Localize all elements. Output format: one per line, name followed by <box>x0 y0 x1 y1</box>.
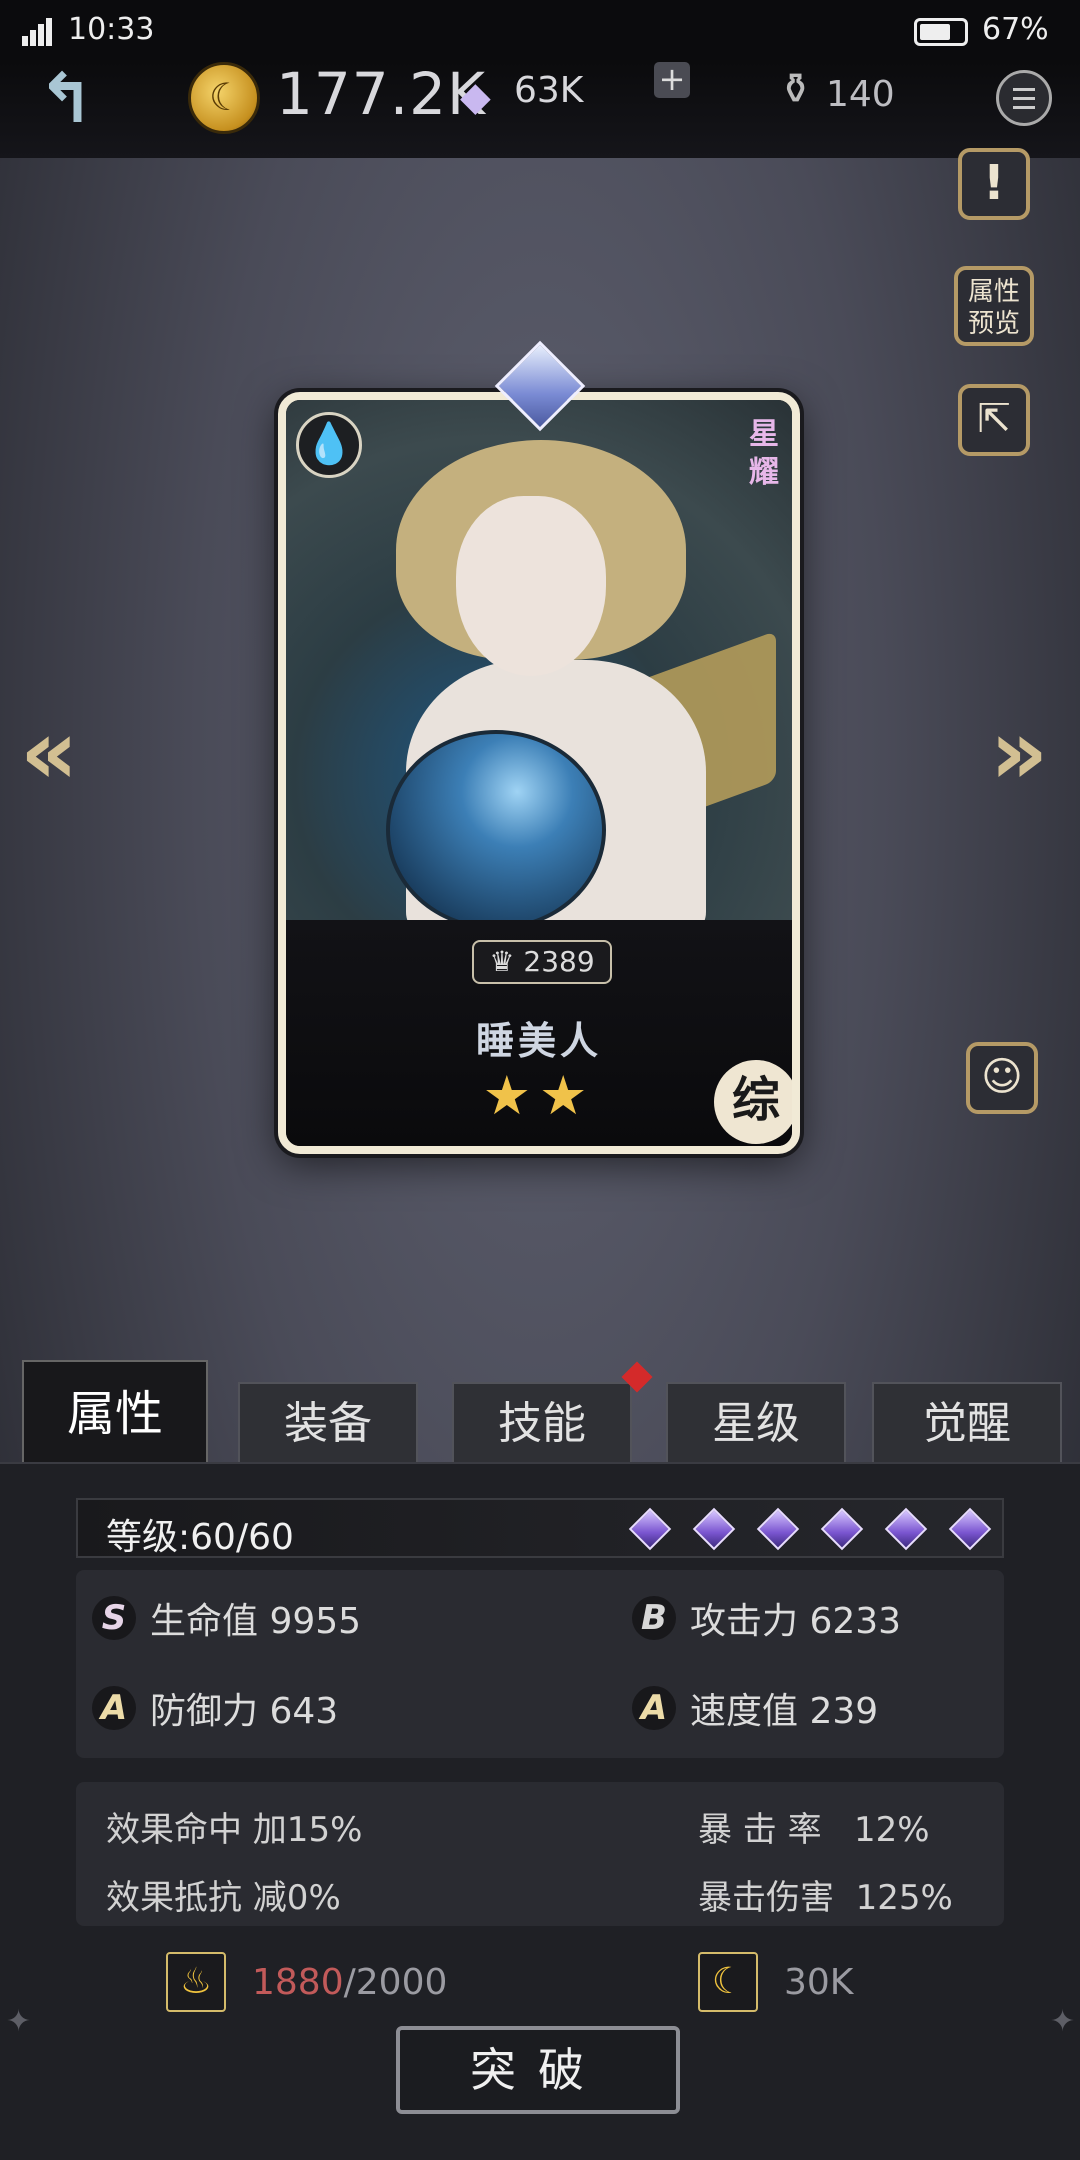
tab-attributes[interactable]: 属性 <box>22 1360 208 1462</box>
grade-badge: A <box>632 1686 676 1730</box>
tab-star-level[interactable]: 星级 <box>666 1382 846 1462</box>
power-value: 2389 <box>523 945 595 978</box>
crown-icon: ♛ <box>489 945 515 978</box>
gem-icon <box>692 1507 736 1551</box>
share-icon: ⇱ <box>977 396 1011 442</box>
power-rating: ♛ 2389 <box>472 940 612 984</box>
battery-icon <box>914 18 968 46</box>
exp-total: /2000 <box>343 1962 448 2003</box>
grade-badge: A <box>92 1686 136 1730</box>
class-badge: 综 <box>714 1060 792 1144</box>
gold-cost: ☾ 30K <box>698 1952 938 2014</box>
hero-detail-screen: 10:33 67% ↰ 177.2K ◆ 63K + ⚱ 140 ! 属性预览 … <box>0 0 1080 2160</box>
previous-hero-arrow[interactable]: « <box>20 700 78 805</box>
effect-hit: 效果命中 加15% <box>106 1810 363 1850</box>
stat-speed: A 速度值 239 <box>632 1682 878 1744</box>
effect-resist: 效果抵抗 减0% <box>106 1878 341 1918</box>
share-button[interactable]: ⇱ <box>958 384 1030 456</box>
back-button[interactable]: ↰ <box>28 62 104 138</box>
gem-icon <box>884 1507 928 1551</box>
ornament-icon: ✦ <box>6 2004 32 2039</box>
crit-damage: 暴击伤害 125% <box>698 1878 953 1918</box>
rank-label: 星耀 <box>749 417 779 490</box>
signal-icon <box>22 16 60 46</box>
gold-coin-icon <box>188 62 260 134</box>
gem-icon <box>948 1507 992 1551</box>
add-gems-button[interactable]: + <box>654 62 690 98</box>
swap-hero-button[interactable]: ☺ <box>966 1042 1038 1114</box>
level-gem-row <box>618 1506 1002 1551</box>
level-text: 等级:60/60 <box>106 1517 294 1558</box>
secondary-stats: 效果命中 加15% 暴 击 率 12% 效果抵抗 减0% 暴击伤害 125% <box>76 1782 1004 1926</box>
gem-icon <box>820 1507 864 1551</box>
gold-cost-value: 30K <box>784 1962 854 2003</box>
menu-icon <box>1013 88 1035 91</box>
gem-amount: 63K <box>514 70 584 111</box>
gem-icon <box>756 1507 800 1551</box>
hero-portrait <box>286 400 792 940</box>
tab-equipment[interactable]: 装备 <box>238 1382 418 1462</box>
breakthrough-button[interactable]: 突破 <box>396 2026 680 2114</box>
attribute-preview-button[interactable]: 属性预览 <box>954 266 1034 346</box>
status-bar: 10:33 67% <box>0 0 1080 62</box>
alert-button[interactable]: ! <box>958 148 1030 220</box>
duck-item-icon: ♨ <box>166 1952 226 2012</box>
crystal-orb <box>386 730 606 930</box>
ornament-icon: ✦ <box>1050 2004 1076 2039</box>
grade-badge: S <box>92 1596 136 1640</box>
diamond-icon: ◆ <box>460 74 491 120</box>
stat-defense: A 防御力 643 <box>92 1682 338 1744</box>
tab-skills[interactable]: 技能 <box>452 1382 632 1462</box>
gold-amount: 177.2K <box>276 60 487 128</box>
hero-name: 睡美人 <box>475 1019 602 1063</box>
grade-badge: B <box>632 1596 676 1640</box>
crit-rate: 暴 击 率 12% <box>698 1810 930 1850</box>
ink-bottle-icon: ⚱ <box>778 64 814 113</box>
exp-resource: ♨ 1880/2000 <box>166 1952 466 2014</box>
water-drop-icon: 💧 <box>296 412 362 478</box>
stat-attack: B 攻击力 6233 <box>632 1592 901 1654</box>
swap-icon: ☺ <box>981 1054 1023 1100</box>
attributes-panel: 等级:60/60 S 生命值 9955 B 攻击力 6233 A 防御力 643 A速… <box>0 1462 1080 2160</box>
tab-awaken[interactable]: 觉醒 <box>872 1382 1062 1462</box>
gem-icon <box>628 1507 672 1551</box>
ink-amount: 140 <box>826 74 895 115</box>
level-bar: 等级:60/60 <box>76 1498 1004 1558</box>
battery-level: 67% <box>982 12 1049 47</box>
next-hero-arrow[interactable]: » <box>990 700 1048 805</box>
main-stats: S 生命值 9955 B 攻击力 6233 A 防御力 643 A 速度值 239 <box>76 1570 1004 1758</box>
status-time: 10:33 <box>68 12 155 47</box>
tab-bar: 属性 装备 技能 星级 觉醒 <box>0 1352 1080 1462</box>
stat-hp: S 生命值 9955 <box>92 1592 361 1654</box>
hero-card[interactable]: 💧 星耀 ♛ 2389 睡美人 ★★ 综 <box>278 392 800 1154</box>
exp-current: 1880 <box>252 1962 344 2003</box>
gold-coin-icon: ☾ <box>698 1952 758 2012</box>
top-bar: ↰ 177.2K ◆ 63K + ⚱ 140 <box>0 60 1080 158</box>
menu-button[interactable] <box>996 70 1052 126</box>
